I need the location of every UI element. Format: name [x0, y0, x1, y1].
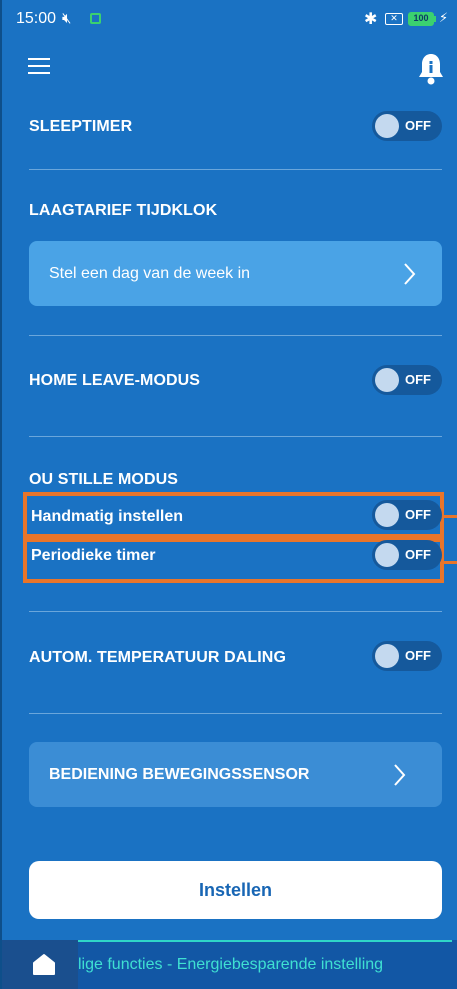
callout-line — [444, 561, 457, 564]
laagtarief-label: LAAGTARIEF TIJDKLOK — [29, 202, 218, 219]
home-icon — [33, 954, 55, 975]
toggle-knob — [375, 644, 399, 668]
callout-line — [444, 515, 457, 518]
battery-icon: 100 — [408, 12, 434, 26]
battery-tip — [434, 16, 436, 22]
mute-icon: 🔇︎ — [62, 10, 72, 27]
toggle-knob — [375, 114, 399, 138]
weekday-setting-button[interactable]: Stel een dag van de week in — [29, 241, 442, 306]
hamburger-menu-icon[interactable] — [28, 58, 50, 74]
ticker-line — [78, 940, 452, 942]
auto-temp-toggle[interactable]: OFF — [372, 641, 442, 671]
motion-sensor-button[interactable]: BEDIENING BEWEGINGSSENSOR — [29, 742, 442, 807]
home-leave-toggle[interactable]: OFF — [372, 365, 442, 395]
app-screen: 15:00 🔇︎ ✱ ✕ 100 ⚡︎ SLEEPTIMER OFF LAAGT… — [0, 0, 457, 989]
sleeptimer-toggle[interactable]: OFF — [372, 111, 442, 141]
toggle-knob — [375, 368, 399, 392]
status-time: 15:00 — [16, 10, 57, 27]
divider — [29, 169, 442, 170]
app-notification-icon — [90, 13, 101, 24]
ticker-text: lige functies - Energiebesparende instel… — [78, 956, 384, 973]
toggle-state: OFF — [405, 118, 431, 133]
toggle-knob — [375, 543, 399, 567]
manual-setting-toggle[interactable]: OFF — [372, 500, 442, 530]
toggle-state: OFF — [405, 648, 431, 663]
charging-icon: ⚡︎ — [439, 10, 449, 25]
manual-setting-label: Handmatig instellen — [31, 508, 184, 525]
toggle-state: OFF — [405, 507, 431, 522]
divider — [29, 436, 442, 437]
periodic-timer-toggle[interactable]: OFF — [372, 540, 442, 570]
toggle-state: OFF — [405, 547, 431, 562]
sim-status-icon: ✕ — [385, 13, 403, 25]
toggle-state: OFF — [405, 372, 431, 387]
bell-icon[interactable] — [416, 52, 446, 86]
toggle-knob — [375, 503, 399, 527]
home-leave-label: HOME LEAVE-MODUS — [29, 372, 201, 389]
divider — [29, 335, 442, 336]
sleeptimer-label: SLEEPTIMER — [29, 118, 133, 135]
weekday-setting-label: Stel een dag van de week in — [49, 265, 251, 282]
periodic-timer-label: Periodieke timer — [31, 547, 156, 564]
motion-sensor-label: BEDIENING BEWEGINGSSENSOR — [49, 766, 310, 783]
bluetooth-icon: ✱ — [364, 11, 378, 28]
chevron-right-icon — [394, 764, 406, 786]
instellen-button[interactable]: Instellen — [29, 861, 442, 919]
ou-stille-label: OU STILLE MODUS — [29, 471, 179, 488]
auto-temp-label: AUTOM. TEMPERATUUR DALING — [29, 649, 287, 666]
chevron-right-icon — [404, 263, 416, 285]
divider — [29, 713, 442, 714]
divider — [29, 611, 442, 612]
